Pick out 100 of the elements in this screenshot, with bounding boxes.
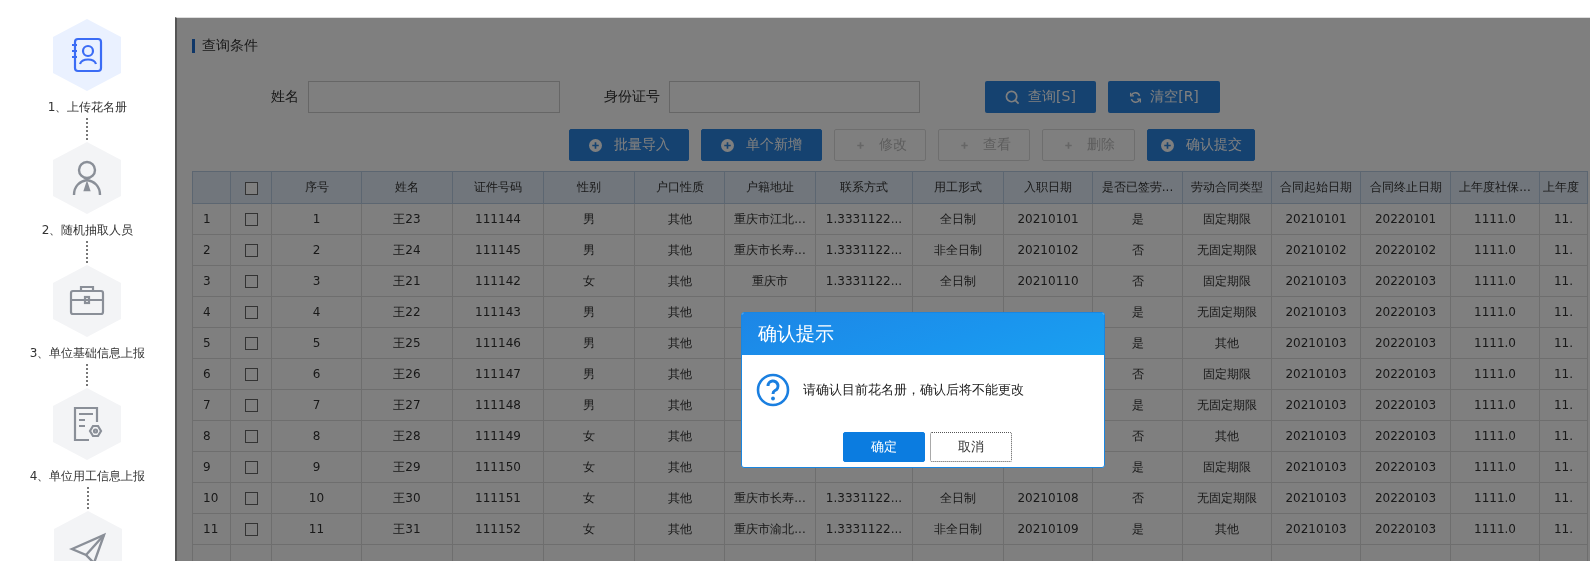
column-header: 证件号码 xyxy=(452,171,544,204)
checkbox[interactable] xyxy=(244,275,258,288)
table-cell: 11 xyxy=(271,513,362,545)
table-cell: 2 xyxy=(271,234,362,266)
toolbar-button[interactable]: 确认提交 xyxy=(1147,129,1255,161)
search-icon xyxy=(1005,89,1021,105)
checkbox[interactable] xyxy=(244,337,258,350)
checkbox[interactable] xyxy=(244,306,258,319)
table-cell: 20210103 xyxy=(1271,296,1361,328)
table-cell: 1111.0 xyxy=(1450,265,1540,297)
paper-plane-icon xyxy=(68,532,106,561)
question-icon xyxy=(756,373,790,407)
toolbar-button[interactable]: 单个新增 xyxy=(701,129,822,161)
table-cell: 11. xyxy=(1539,327,1588,359)
checkbox[interactable] xyxy=(244,213,258,226)
confirm-button[interactable]: 确定 xyxy=(842,432,925,462)
table-cell: 20210103 xyxy=(1271,265,1361,297)
column-header: 合同终止日期 xyxy=(1360,171,1451,204)
cancel-button[interactable]: 取消 xyxy=(929,432,1012,462)
step-icon[interactable] xyxy=(53,19,122,91)
table-cell: 王25 xyxy=(361,327,453,359)
checkbox[interactable] xyxy=(244,461,258,474)
name-input[interactable] xyxy=(308,81,560,113)
checkbox[interactable] xyxy=(244,523,258,536)
step-icon[interactable] xyxy=(53,265,122,337)
step-icon[interactable] xyxy=(53,388,122,460)
table-cell: 1.3331122... xyxy=(815,482,913,514)
column-header: 户籍地址 xyxy=(724,171,816,204)
checkbox[interactable] xyxy=(244,368,258,381)
table-cell: 1111.0 xyxy=(1450,327,1540,359)
table-cell: 20220103 xyxy=(1360,296,1451,328)
table-cell: 11. xyxy=(1539,420,1588,452)
column-header: 合同起始日期 xyxy=(1271,171,1361,204)
table-cell: 非全日制 xyxy=(912,513,1004,545)
table-cell: 11. xyxy=(1539,389,1588,421)
table-cell: 男 xyxy=(543,389,635,421)
table-cell: 1.3331122... xyxy=(815,265,913,297)
table-cell: 王29 xyxy=(361,451,453,483)
table-cell: 1111.0 xyxy=(1450,234,1540,266)
table-cell: 20210109 xyxy=(1003,513,1093,545)
table-cell: 王27 xyxy=(361,389,453,421)
row-number: 6 xyxy=(192,358,231,390)
table-cell: 其他 xyxy=(634,296,725,328)
table-cell: 其他 xyxy=(634,420,725,452)
table-cell: 10 xyxy=(271,482,362,514)
step-icon[interactable] xyxy=(53,511,122,561)
checkbox[interactable] xyxy=(244,244,258,257)
table-cell: 其他 xyxy=(634,265,725,297)
table-cell: 20210103 xyxy=(1271,327,1361,359)
row-number: 11 xyxy=(192,513,231,545)
table-cell: 其他 xyxy=(1182,327,1272,359)
person-icon xyxy=(73,160,102,196)
table-cell: 无固定期限 xyxy=(1182,389,1272,421)
table-cell: 11. xyxy=(1539,358,1588,390)
table-cell: 是 xyxy=(1092,513,1183,545)
step-icon[interactable] xyxy=(53,142,122,214)
table-cell: 20210101 xyxy=(1003,203,1093,235)
column-header: 上年度社保... xyxy=(1450,171,1540,204)
table-cell: 1111.0 xyxy=(1450,203,1540,235)
checkbox[interactable] xyxy=(244,181,258,195)
table-cell: 固定期限 xyxy=(1182,265,1272,297)
table-cell: 111145 xyxy=(452,234,544,266)
step-label: 2、随机抽取人员 xyxy=(41,222,134,239)
row-number: 2 xyxy=(192,234,231,266)
table-cell: 4 xyxy=(271,296,362,328)
table-cell: 11. xyxy=(1539,482,1588,514)
table-cell: 1 xyxy=(271,203,362,235)
table-cell: 6 xyxy=(271,358,362,390)
table-cell: 1111.0 xyxy=(1450,296,1540,328)
table-cell: 20210110 xyxy=(1003,265,1093,297)
table-cell: 男 xyxy=(543,234,635,266)
search-button[interactable]: 查询[S] xyxy=(985,81,1096,113)
table-cell: 20220101 xyxy=(1360,203,1451,235)
table-cell: 11. xyxy=(1539,234,1588,266)
table-cell: 8 xyxy=(271,420,362,452)
checkbox[interactable] xyxy=(244,430,258,443)
checkbox[interactable] xyxy=(244,399,258,412)
document-gear-icon xyxy=(74,406,103,442)
clear-button[interactable]: 清空[R] xyxy=(1108,81,1220,113)
step-label: 1、上传花名册 xyxy=(47,99,128,116)
table-cell: 11. xyxy=(1539,513,1588,545)
table-cell: 20210103 xyxy=(1271,420,1361,452)
row-number: 5 xyxy=(192,327,231,359)
table-cell: 其他 xyxy=(1182,513,1272,545)
column-header: 是否已签劳... xyxy=(1092,171,1183,204)
step-label: 4、单位用工信息上报 xyxy=(29,468,146,485)
table-cell: 其他 xyxy=(634,358,725,390)
table-cell: 20210101 xyxy=(1271,203,1361,235)
plus-circle-icon xyxy=(1160,138,1174,152)
toolbar-button[interactable]: 批量导入 xyxy=(569,129,689,161)
step-label: 3、单位基础信息上报 xyxy=(29,345,146,362)
table-cell: 其他 xyxy=(634,389,725,421)
id-number-input[interactable] xyxy=(669,81,920,113)
table-cell: 20210103 xyxy=(1271,451,1361,483)
table-cell: 否 xyxy=(1092,482,1183,514)
table-cell: 1111.0 xyxy=(1450,358,1540,390)
table-cell: 1111.0 xyxy=(1450,482,1540,514)
table-cell: 20220103 xyxy=(1360,358,1451,390)
plus-circle-icon xyxy=(588,138,602,152)
checkbox[interactable] xyxy=(244,492,258,505)
